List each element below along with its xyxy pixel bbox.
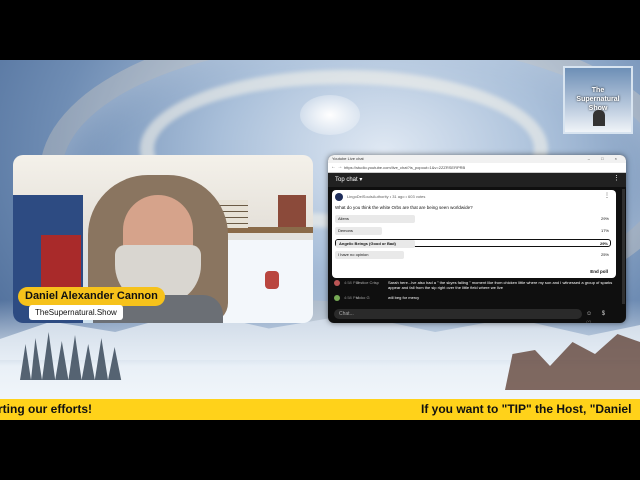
nav-arrows-icon[interactable]: ← →: [331, 164, 342, 170]
chat-author[interactable]: nicko G: [356, 295, 370, 300]
ticker-text-right: If you want to "TIP" the Host, "Daniel: [421, 402, 632, 416]
screen-share-window: Youtube Live chat – □ × ← → https://stud…: [328, 155, 626, 323]
chat-menu-icon[interactable]: ⋮: [613, 174, 620, 182]
poll-option-percent: 17%: [600, 228, 609, 233]
chat-text: Sarah here...Ive also had a " the skyes …: [388, 280, 613, 290]
poll-option-label: Demons: [338, 228, 353, 233]
cam-figurine: [265, 271, 279, 289]
poll-option-percent: 29%: [599, 241, 608, 246]
poll-card: LingoDelSoulsAuthority • 31 ago • 603 vo…: [332, 190, 616, 278]
ticker-bar: rting our efforts! If you want to "TIP" …: [0, 399, 640, 420]
show-logo: The Supernatural Show: [563, 66, 633, 134]
chat-avatar: [334, 295, 340, 301]
poll-option-percent: 29%: [600, 216, 609, 221]
chat-message: 4:58 PM Jestice Crisp Sarah here...Ive a…: [334, 280, 619, 290]
poll-option[interactable]: Aliens 29%: [335, 215, 611, 223]
host-name-tag: Daniel Alexander Cannon: [18, 287, 165, 306]
chat-input[interactable]: Chat...: [334, 309, 582, 319]
poll-option[interactable]: Demons 17%: [335, 227, 611, 235]
poll-option-label: Aliens: [338, 216, 349, 221]
chat-author[interactable]: Jestice Crisp: [356, 280, 379, 285]
cam-box: [278, 195, 306, 227]
poll-menu-icon[interactable]: ⋮: [604, 192, 610, 199]
ticker-text-left: rting our efforts!: [0, 402, 92, 416]
letterbox-top: [0, 0, 640, 60]
poll-option[interactable]: I have no opinion 25%: [335, 251, 611, 259]
logo-line-2: Supernatural: [576, 96, 620, 103]
chat-header: Top chat ▾ ⋮: [328, 173, 626, 187]
top-chat-dropdown[interactable]: Top chat ▾: [335, 175, 362, 185]
poll-author-avatar: [335, 193, 343, 201]
url-text[interactable]: https://studio.youtube.com/live_chat?is_…: [344, 164, 465, 171]
chat-avatar: [334, 280, 340, 286]
chat-action-icons[interactable]: ☺ $ ♡: [586, 309, 622, 323]
poll-meta: LingoDelSoulsAuthority • 31 ago • 603 vo…: [347, 194, 426, 199]
stream-frame: The Supernatural Show Daniel Alexander C…: [0, 0, 640, 480]
window-title-bar: Youtube Live chat – □ ×: [328, 155, 626, 163]
chat-text: will beg for mercy: [388, 295, 420, 300]
chat-message: 4:58 PM nicko G will beg for mercy: [334, 295, 619, 301]
chat-input-placeholder: Chat...: [339, 311, 354, 317]
logo-text: The Supernatural Show: [565, 86, 631, 113]
chat-scrollbar[interactable]: [622, 189, 625, 304]
logo-line-1: The: [591, 87, 605, 94]
poll-question: What do you think the white Orbs are tha…: [335, 205, 473, 210]
sun-glow: [300, 95, 360, 135]
poll-option-selected[interactable]: Angelic Beings (Good or Bad) 29%: [335, 239, 611, 248]
address-bar[interactable]: ← → https://studio.youtube.com/live_chat…: [328, 163, 626, 173]
poll-option-label: I have no opinion: [338, 252, 369, 257]
poll-option-label: Angelic Beings (Good or Bad): [339, 241, 396, 246]
cam-poster: [41, 235, 81, 295]
poll-option-percent: 25%: [600, 252, 609, 257]
end-poll-button[interactable]: End poll: [590, 269, 608, 274]
logo-silhouette-icon: [593, 110, 605, 126]
window-controls[interactable]: – □ ×: [588, 155, 622, 163]
host-site-tag: TheSupernatural.Show: [29, 305, 123, 320]
window-title: Youtube Live chat: [332, 156, 364, 161]
letterbox-bottom: [0, 420, 640, 480]
